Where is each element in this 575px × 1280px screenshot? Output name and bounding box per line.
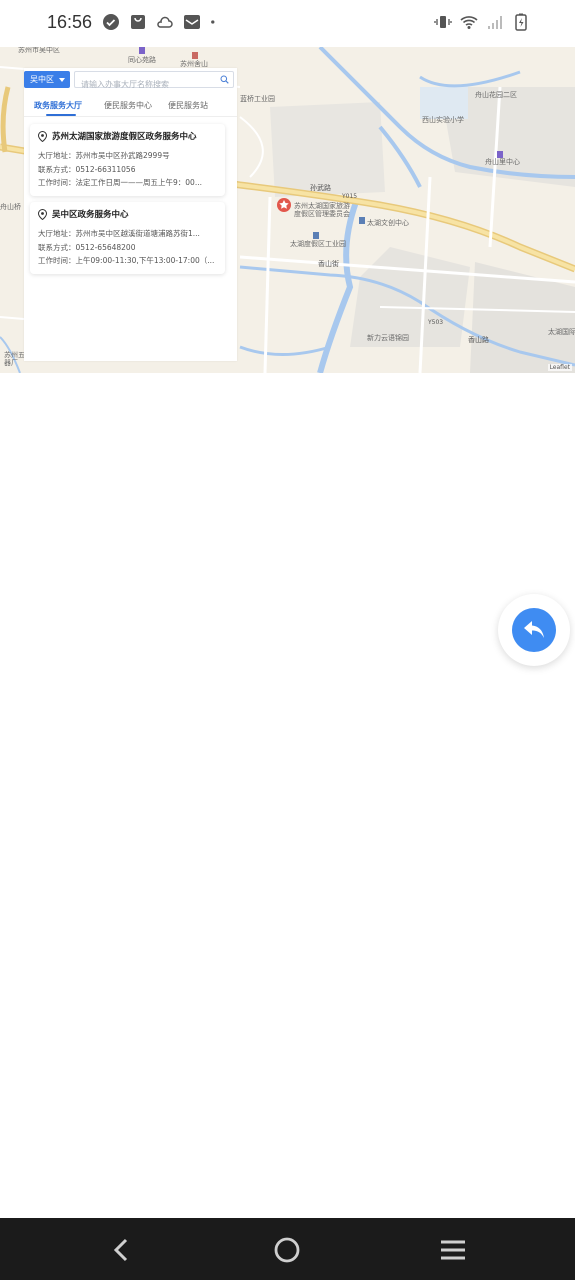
map-attribution[interactable]: Leaflet — [547, 364, 572, 371]
card-hours: 工作时间：上午09:00-11:30,下午13:00-17:00（... — [38, 256, 215, 265]
vibrate-icon — [434, 16, 452, 28]
map-label: 蓝桥工业园 — [240, 95, 275, 103]
card-title-row: 吴中区政务服务中心 — [38, 208, 217, 220]
tab-service-center[interactable]: 便民服务中心 — [104, 100, 152, 111]
district-select[interactable]: 吴中区 — [24, 71, 70, 88]
map-label: 舟山里中心 — [485, 158, 520, 166]
map-label: 香山路 — [468, 336, 489, 344]
map-label: 新力云语锦园 — [367, 334, 409, 342]
notification-icons — [102, 13, 220, 31]
wifi-icon — [460, 16, 478, 29]
shopping-bag-icon — [131, 15, 145, 29]
mail-icon — [184, 15, 200, 29]
card-title: 吴中区政务服务中心 — [52, 210, 129, 220]
reply-arrow-icon — [524, 621, 544, 638]
card-phone[interactable]: 联系方式：0512-65648200 — [38, 241, 217, 255]
signal-icon — [488, 16, 502, 29]
search-input[interactable] — [75, 77, 216, 92]
poi-icon — [139, 47, 145, 54]
home-nav-icon[interactable] — [272, 1235, 302, 1265]
service-card[interactable]: 苏州太湖国家旅游度假区政务服务中心 大厅地址：苏州市吴中区孙武路2999号 联系… — [30, 124, 225, 196]
map-label: 舟山桥 — [0, 203, 21, 211]
tab-service-station[interactable]: 便民服务站 — [168, 100, 208, 111]
service-hall-panel: 吴中区 政务服务大厅 便民服务中心 便民服务站 苏州太湖国家旅游度假区政务服务中… — [24, 68, 237, 361]
map-label: 孙武路 — [310, 184, 331, 192]
search-box[interactable] — [74, 71, 234, 92]
status-time: 16:56 — [47, 12, 93, 32]
card-title-row: 苏州太湖国家旅游度假区政务服务中心 — [38, 130, 217, 142]
map-label: Y015 — [342, 193, 358, 200]
check-circle-icon — [103, 14, 119, 30]
card-phone[interactable]: 联系方式：0512-66311056 — [38, 163, 217, 177]
poi-icon — [313, 232, 319, 239]
card-address: 大厅地址：苏州市吴中区孙武路2999号 — [38, 151, 170, 160]
tab-service-hall[interactable]: 政务服务大厅 — [34, 100, 82, 111]
service-card[interactable]: 吴中区政务服务中心 大厅地址：苏州市吴中区越溪街道塘浦路苏街1... 联系方式：… — [30, 202, 225, 274]
menu-nav-icon[interactable] — [438, 1235, 468, 1265]
map-label: 太湖文创中心 — [367, 219, 409, 227]
map-label: 太湖国际 — [548, 328, 575, 336]
system-nav-bar — [0, 1218, 575, 1280]
tab-bar: 政务服务大厅 便民服务中心 便民服务站 — [24, 98, 237, 117]
status-bar: 16:56 — [0, 0, 575, 47]
card-address: 大厅地址：苏州市吴中区越溪街道塘浦路苏街1... — [38, 229, 200, 238]
map-label: 舟山花园二区 — [475, 91, 517, 99]
battery-charging-icon — [515, 13, 527, 31]
district-label: 吴中区 — [30, 75, 54, 84]
poi-icon — [497, 151, 503, 158]
back-button[interactable] — [498, 594, 570, 666]
search-icon[interactable] — [220, 75, 229, 84]
active-tab-indicator — [46, 114, 76, 116]
poi-icon — [359, 217, 365, 224]
location-pin-icon — [38, 208, 47, 220]
map-label: 西山实验小学 — [422, 116, 464, 124]
map-label: 苏州太湖国家旅游度假区管理委员会 — [294, 202, 350, 218]
map-label: Y503 — [428, 319, 444, 326]
map-label: 香山街 — [318, 260, 339, 268]
location-pin-icon — [38, 130, 47, 142]
cloud-icon — [157, 16, 173, 28]
back-nav-icon[interactable] — [107, 1235, 137, 1265]
card-title: 苏州太湖国家旅游度假区政务服务中心 — [52, 132, 197, 142]
card-hours: 工作时间：法定工作日周一——周五上午9：00... — [38, 178, 202, 187]
system-icons — [434, 13, 530, 31]
map-label: 太湖度假区工业园 — [290, 240, 346, 248]
dot-icon — [211, 20, 215, 24]
back-button-circle[interactable] — [512, 608, 556, 652]
map-label: 苏州市吴中区 — [18, 47, 60, 54]
poi-icon — [192, 52, 198, 59]
map-label: 同心苑路 — [128, 56, 156, 64]
caret-down-icon — [59, 78, 65, 82]
